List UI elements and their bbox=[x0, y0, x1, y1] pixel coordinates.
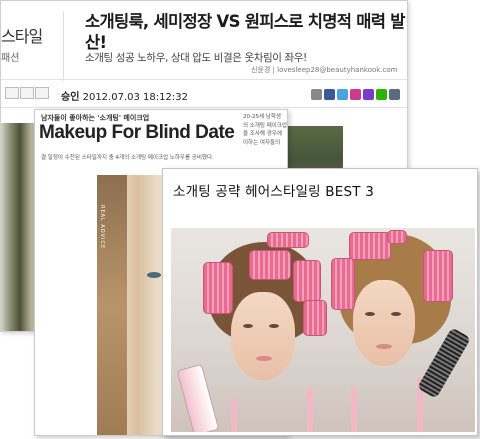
right-woman-eye bbox=[391, 312, 401, 316]
font-size-icon[interactable] bbox=[35, 87, 49, 99]
model-eye bbox=[147, 272, 161, 278]
mid-title: Makeup For Blind Date bbox=[39, 122, 235, 143]
top-strap bbox=[231, 398, 237, 432]
divider bbox=[1, 79, 407, 80]
curler bbox=[423, 250, 453, 302]
curler bbox=[303, 300, 327, 336]
twitter-icon[interactable] bbox=[337, 89, 348, 100]
divider bbox=[1, 107, 407, 108]
article-subheadline: 소개팅 성공 노하우, 상대 압도 비결은 옷차림이 좌우! bbox=[85, 52, 307, 64]
left-woman-eye bbox=[269, 324, 279, 328]
mid-side-text: 20-25세 남학생 의 소개팅 메이크업 을 조사해 경우에 이하는 여자들의 bbox=[243, 114, 287, 146]
curler bbox=[267, 232, 309, 248]
top-strap bbox=[351, 388, 357, 432]
section-title: 스타일 bbox=[1, 27, 43, 46]
right-woman-eye bbox=[365, 312, 375, 316]
share-generic-icon[interactable] bbox=[311, 89, 322, 100]
yozm-icon[interactable] bbox=[363, 89, 374, 100]
left-woman-lips bbox=[256, 356, 272, 361]
hair-rollers-photo bbox=[171, 228, 475, 432]
mid-description: 결 일정이 수천된 스타일까지 충 4개의 소개팅 메이크업 노하우를 공비했다… bbox=[41, 155, 214, 161]
curler bbox=[349, 232, 391, 260]
facebook-icon[interactable] bbox=[324, 89, 335, 100]
right-woman-face bbox=[353, 280, 415, 366]
print-icon[interactable] bbox=[5, 87, 19, 99]
divider bbox=[63, 11, 64, 81]
right-woman-lips bbox=[376, 344, 392, 349]
hairstyle-article-page: 소개팅 공략 헤어스타일링 BEST 3 bbox=[162, 168, 478, 436]
published-datetime: 2012.07.03 18:12:32 bbox=[82, 92, 188, 103]
curler bbox=[387, 230, 407, 244]
me2day-icon[interactable] bbox=[350, 89, 361, 100]
curler bbox=[203, 262, 233, 314]
article-headline[interactable]: 소개팅룩, 세미정장 VS 원피스로 치명적 매력 발산! bbox=[85, 11, 405, 53]
article-byline: 신윤경 | lovesleep28@beautyhankook.com bbox=[251, 66, 398, 74]
front-title: 소개팅 공략 헤어스타일링 BEST 3 bbox=[173, 184, 374, 200]
curler bbox=[249, 250, 291, 280]
section-label: 스타일 패션 bbox=[1, 23, 63, 64]
vertical-caption: REAL ADVICE bbox=[99, 205, 105, 250]
naver-icon[interactable] bbox=[376, 89, 387, 100]
flat-iron bbox=[176, 363, 220, 432]
email-icon[interactable] bbox=[20, 87, 34, 99]
top-strap bbox=[307, 388, 313, 432]
published-info: 승인 2012.07.03 18:12:32 bbox=[61, 88, 188, 103]
curler bbox=[293, 260, 321, 302]
left-woman-face bbox=[231, 292, 295, 380]
section-subtitle: 패션 bbox=[1, 53, 20, 64]
left-woman-eye bbox=[243, 324, 253, 328]
curler bbox=[331, 258, 355, 310]
published-label: 승인 bbox=[61, 92, 80, 103]
bookmark-icon[interactable] bbox=[389, 89, 400, 100]
